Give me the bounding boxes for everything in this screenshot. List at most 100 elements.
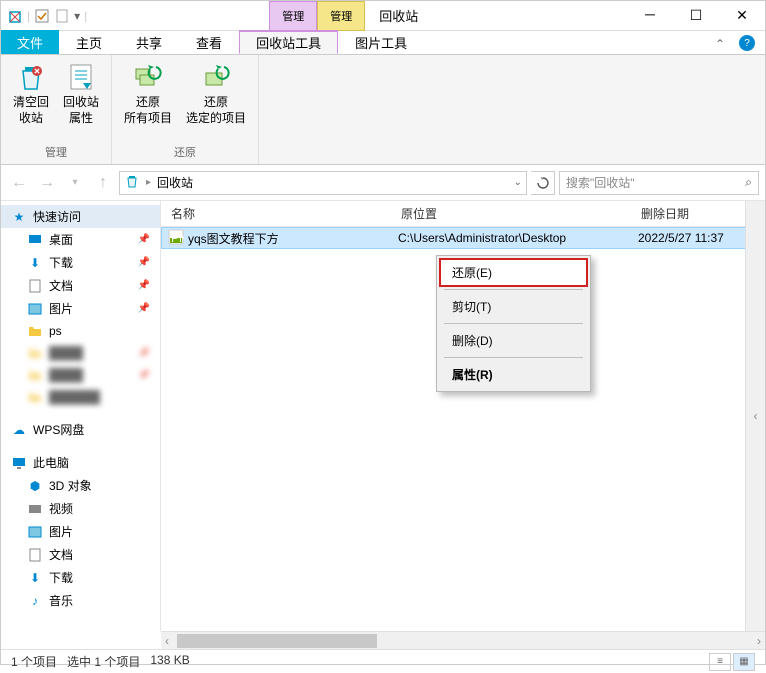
- menu-separator: [444, 357, 583, 358]
- checkbox-icon[interactable]: [34, 8, 50, 24]
- folder-icon: [27, 323, 43, 339]
- recycle-bin-empty-icon: [15, 61, 47, 93]
- sidebar-label: ps: [49, 324, 62, 338]
- restore-selected-button[interactable]: 还原 选定的项目: [182, 59, 250, 128]
- sidebar-pictures[interactable]: 图片📌: [1, 297, 160, 320]
- folder-icon: [27, 345, 43, 361]
- icons-view-button[interactable]: ▦: [733, 653, 755, 671]
- pin-icon: 📌: [138, 257, 150, 268]
- contextual-tab-manage-2[interactable]: 管理: [317, 1, 365, 31]
- share-tab[interactable]: 共享: [119, 30, 179, 54]
- sidebar-downloads-2[interactable]: ⬇下载: [1, 566, 160, 589]
- sidebar-documents-2[interactable]: 文档: [1, 543, 160, 566]
- search-icon[interactable]: ⌕: [745, 175, 752, 190]
- recent-locations-dropdown[interactable]: ▾: [63, 171, 87, 195]
- pin-icon: 📌: [138, 348, 150, 359]
- file-tab[interactable]: 文件: [1, 30, 59, 54]
- back-button[interactable]: ←: [7, 171, 31, 195]
- recycle-bin-icon: [124, 173, 140, 192]
- breadcrumb-separator: ▸: [146, 177, 151, 188]
- sidebar-downloads[interactable]: ⬇下载📌: [1, 251, 160, 274]
- home-tab[interactable]: 主页: [59, 30, 119, 54]
- refresh-button[interactable]: [531, 171, 555, 195]
- desktop-icon: [27, 232, 43, 248]
- sidebar-wps[interactable]: ☁ WPS网盘: [1, 418, 160, 441]
- up-button[interactable]: ↑: [91, 171, 115, 195]
- restore-selected-icon: [200, 61, 232, 93]
- help-icon[interactable]: ?: [739, 35, 755, 51]
- group-label: 管理: [9, 142, 103, 160]
- ribbon: 清空回 收站 回收站 属性 管理 还原 所有项目 还原 选定的项目 还原: [1, 55, 765, 165]
- collapse-ribbon-icon[interactable]: ⌃: [715, 37, 725, 51]
- pin-icon: 📌: [138, 303, 150, 314]
- chevron-left-icon: ‹: [754, 409, 758, 423]
- sidebar-this-pc[interactable]: 此电脑: [1, 451, 160, 474]
- sidebar-blurred-1[interactable]: ████ 📌: [1, 342, 160, 364]
- png-file-icon: PNG: [168, 229, 184, 248]
- ribbon-group-manage: 清空回 收站 回收站 属性 管理: [1, 55, 112, 164]
- details-view-button[interactable]: ≡: [709, 653, 731, 671]
- address-bar[interactable]: ▸ 回收站 ⌄: [119, 171, 527, 195]
- sidebar-blurred-3[interactable]: ██████: [1, 386, 160, 408]
- sidebar-label: 文档: [49, 277, 73, 294]
- quick-access-toolbar: | ▾ |: [1, 8, 93, 24]
- file-date: 2022/5/27 11:37: [632, 231, 742, 245]
- status-item-count: 1 个项目: [11, 653, 57, 670]
- view-tab[interactable]: 查看: [179, 30, 239, 54]
- sidebar-label: 音乐: [49, 592, 73, 609]
- star-icon: ★: [11, 209, 27, 225]
- sidebar-label: ████: [49, 346, 83, 360]
- empty-recycle-button[interactable]: 清空回 收站: [9, 59, 53, 128]
- sidebar-videos[interactable]: 视频: [1, 497, 160, 520]
- forward-button[interactable]: →: [35, 171, 59, 195]
- menu-restore[interactable]: 还原(E): [440, 259, 587, 286]
- document-icon[interactable]: [54, 8, 70, 24]
- sidebar-label: 下载: [49, 254, 73, 271]
- video-icon: [27, 501, 43, 517]
- button-label: 回收站 属性: [63, 95, 99, 126]
- sidebar-blurred-2[interactable]: ████📌: [1, 364, 160, 386]
- file-location: C:\Users\Administrator\Desktop: [392, 231, 632, 245]
- ribbon-group-restore: 还原 所有项目 还原 选定的项目 还原: [112, 55, 259, 164]
- search-placeholder: 搜索"回收站": [566, 174, 635, 191]
- sidebar-desktop[interactable]: 桌面📌: [1, 228, 160, 251]
- sidebar-label: ██████: [49, 390, 100, 404]
- menu-properties[interactable]: 属性(R): [440, 361, 587, 388]
- cloud-icon: ☁: [11, 422, 27, 438]
- recycle-properties-button[interactable]: 回收站 属性: [59, 59, 103, 128]
- sidebar-pictures-2[interactable]: 图片: [1, 520, 160, 543]
- chevron-right-icon[interactable]: ›: [753, 634, 765, 648]
- window-title: 回收站: [365, 6, 432, 25]
- maximize-button[interactable]: ☐: [673, 1, 719, 31]
- sidebar-label: WPS网盘: [33, 421, 84, 438]
- scroll-thumb[interactable]: [177, 634, 377, 648]
- menu-cut[interactable]: 剪切(T): [440, 293, 587, 320]
- qat-dropdown-icon[interactable]: ▾: [74, 9, 80, 23]
- button-label: 还原 所有项目: [124, 95, 172, 126]
- sidebar-quick-access[interactable]: ★快速访问: [1, 205, 160, 228]
- address-dropdown-icon[interactable]: ⌄: [514, 177, 522, 188]
- sidebar-label: 此电脑: [33, 454, 69, 471]
- chevron-left-icon[interactable]: ‹: [161, 634, 173, 648]
- sidebar-3d-objects[interactable]: ⬢3D 对象: [1, 474, 160, 497]
- recycle-tools-tab[interactable]: 回收站工具: [239, 30, 338, 54]
- col-name[interactable]: 名称: [161, 205, 391, 222]
- horizontal-scrollbar[interactable]: ‹ ›: [161, 631, 765, 649]
- menu-delete[interactable]: 删除(D): [440, 327, 587, 354]
- sidebar-music[interactable]: ♪音乐: [1, 589, 160, 612]
- col-date-deleted[interactable]: 删除日期: [631, 205, 741, 222]
- minimize-button[interactable]: ─: [627, 1, 673, 31]
- close-button[interactable]: ✕: [719, 1, 765, 31]
- navigation-bar: ← → ▾ ↑ ▸ 回收站 ⌄ 搜索"回收站" ⌕: [1, 165, 765, 201]
- file-row[interactable]: PNG yqs图文教程下方 C:\Users\Administrator\Des…: [161, 227, 765, 249]
- restore-all-button[interactable]: 还原 所有项目: [120, 59, 176, 128]
- col-orig-location[interactable]: 原位置: [391, 205, 631, 222]
- sidebar-documents[interactable]: 文档📌: [1, 274, 160, 297]
- contextual-tab-manage-1[interactable]: 管理: [269, 1, 317, 31]
- sidebar-ps[interactable]: ps: [1, 320, 160, 342]
- breadcrumb-location[interactable]: 回收站: [157, 174, 193, 191]
- picture-tools-tab[interactable]: 图片工具: [338, 30, 424, 54]
- vertical-scrollbar[interactable]: ‹: [745, 201, 765, 631]
- search-box[interactable]: 搜索"回收站" ⌕: [559, 171, 759, 195]
- button-label: 还原 选定的项目: [186, 95, 246, 126]
